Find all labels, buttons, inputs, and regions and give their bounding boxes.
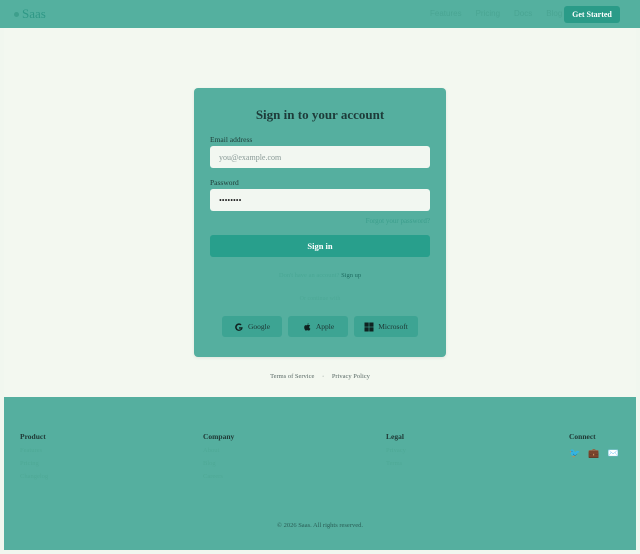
password-label: Password — [210, 178, 239, 187]
sign-in-button[interactable]: Sign in — [210, 235, 430, 257]
password-field[interactable]: •••••••• — [210, 189, 430, 211]
footer-heading-legal: Legal — [386, 432, 404, 441]
footer: Product Features Pricing Changelog Compa… — [4, 397, 636, 550]
signup-prompt: Don't have an account? Sign up — [194, 272, 446, 279]
google-label: Google — [247, 322, 271, 331]
social-divider-text: Or continue with — [299, 296, 341, 302]
footer-column-company: Company About Blog Careers — [203, 432, 234, 480]
nav-link-pricing[interactable]: Pricing — [476, 9, 500, 18]
microsoft-label: Microsoft — [378, 322, 408, 331]
google-icon — [235, 322, 243, 331]
card-title: Sign in to your account — [255, 107, 385, 122]
apple-button[interactable]: Apple — [288, 316, 348, 337]
footer-heading-company: Company — [203, 432, 235, 441]
brand-logo[interactable]: Saas — [14, 6, 46, 22]
twitter-icon[interactable]: 🐦 — [569, 448, 580, 459]
footer-link[interactable]: Features — [20, 447, 48, 454]
footer-link[interactable]: Terms — [386, 460, 406, 467]
mail-icon[interactable]: ✉️ — [607, 448, 618, 459]
footer-column-connect: Connect 🐦 💼 ✉️ — [569, 432, 619, 459]
footer-heading-product: Product — [20, 432, 46, 441]
footer-link[interactable]: Pricing — [20, 460, 48, 467]
separator-dot: · — [322, 373, 325, 380]
google-button[interactable]: Google — [222, 316, 282, 337]
signin-card: Sign in to your account Email address yo… — [194, 88, 446, 357]
briefcase-icon[interactable]: 💼 — [588, 448, 599, 459]
footer-heading-connect: Connect — [569, 432, 596, 441]
footer-column-product: Product Features Pricing Changelog — [20, 432, 48, 480]
logo-mark-icon — [14, 11, 19, 17]
nav-link-blog[interactable]: Blog — [546, 9, 562, 18]
get-started-button[interactable]: Get Started — [564, 6, 620, 23]
forgot-password-link[interactable]: Forgot your password? — [366, 217, 430, 225]
social-icons: 🐦 💼 ✉️ — [569, 448, 619, 459]
nav-links: Features Pricing Docs Blog — [430, 9, 562, 18]
footer-column-legal: Legal Privacy Terms — [386, 432, 406, 467]
top-nav-bar: Saas Features Pricing Docs Blog Get Star… — [0, 0, 640, 28]
footer-link[interactable]: Changelog — [20, 473, 48, 480]
nav-link-docs[interactable]: Docs — [514, 9, 532, 18]
email-field[interactable]: you@example.com — [210, 146, 430, 168]
apple-icon — [304, 322, 311, 331]
email-label: Email address — [210, 135, 253, 144]
footer-link[interactable]: Privacy — [386, 447, 406, 454]
microsoft-icon — [364, 322, 374, 331]
brand-name: Saas — [22, 6, 46, 21]
sign-up-link[interactable]: Sign up — [341, 272, 361, 279]
footer-link[interactable]: Careers — [203, 473, 234, 480]
legal-links: Terms of Service · Privacy Policy — [0, 373, 640, 380]
microsoft-button[interactable]: Microsoft — [354, 316, 418, 337]
footer-link[interactable]: Blog — [203, 460, 234, 467]
footer-link[interactable]: About — [203, 447, 234, 454]
apple-label: Apple — [315, 322, 335, 331]
no-account-text: Don't have an account? — [278, 272, 340, 279]
copyright-text: © 2026 Saas. All rights reserved. — [277, 522, 363, 529]
nav-link-features[interactable]: Features — [430, 9, 462, 18]
terms-link[interactable]: Terms of Service — [270, 373, 314, 380]
privacy-link[interactable]: Privacy Policy — [332, 373, 370, 380]
